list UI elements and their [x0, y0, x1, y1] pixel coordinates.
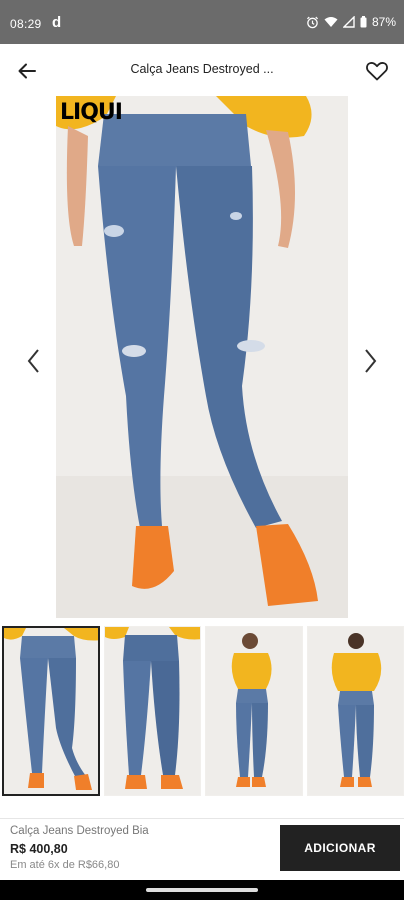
thumbnail-1[interactable]: [2, 626, 100, 796]
thumbnail-full-body-image: [206, 627, 302, 795]
thumbnail-back-image: [104, 627, 201, 795]
model-jeans-illustration: [56, 96, 348, 618]
app-notification-icon: d: [52, 14, 62, 31]
arrow-left-icon: [18, 63, 36, 79]
battery-icon: [360, 16, 367, 28]
status-bar: 08:29 d 87%: [0, 0, 404, 44]
alarm-icon: [306, 16, 318, 28]
chevron-right-icon: [365, 349, 377, 373]
product-price: R$ 400,80: [10, 842, 68, 856]
purchase-bar: Calça Jeans Destroyed Bia R$ 400,80 Em a…: [0, 818, 404, 880]
brand-logo: LIQUI: [60, 100, 123, 125]
signal-icon: [342, 16, 355, 28]
installments-text: Em até 6x de R$66,80: [10, 859, 120, 871]
battery-level: 87%: [371, 15, 396, 29]
add-to-cart-button[interactable]: ADICIONAR: [280, 825, 400, 871]
product-photo: LIQUI: [56, 96, 348, 618]
status-time: 08:29: [10, 17, 42, 31]
chevron-left-icon: [27, 349, 39, 373]
product-header: Calça Jeans Destroyed ...: [0, 44, 404, 96]
main-image-carousel[interactable]: LIQUI: [0, 96, 404, 620]
previous-image-button[interactable]: [22, 346, 46, 376]
thumbnail-2[interactable]: [103, 626, 202, 796]
home-gesture-handle[interactable]: [146, 888, 258, 892]
thumbnail-strip: [0, 626, 404, 796]
wifi-icon: [324, 17, 338, 27]
product-name: Calça Jeans Destroyed Bia: [10, 825, 149, 837]
back-button[interactable]: [14, 58, 40, 84]
next-image-button[interactable]: [358, 346, 382, 376]
status-icons: 87%: [306, 15, 396, 29]
favorite-button[interactable]: [364, 58, 390, 84]
heart-icon: [366, 62, 388, 81]
thumbnail-side-image: [307, 627, 404, 795]
page-title: Calça Jeans Destroyed ...: [130, 62, 274, 76]
thumbnail-4[interactable]: [306, 626, 404, 796]
thumbnail-3[interactable]: [205, 626, 303, 796]
thumbnail-front-image: [4, 628, 98, 794]
